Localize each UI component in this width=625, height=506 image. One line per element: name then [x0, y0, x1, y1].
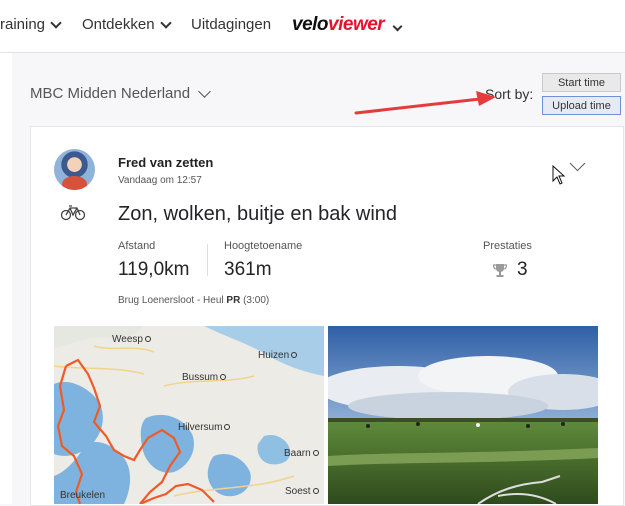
chevron-down-icon	[50, 16, 62, 29]
elevation-value: 361m	[224, 259, 272, 280]
activity-title[interactable]: Zon, wolken, buitje en bak wind	[118, 203, 397, 226]
chevron-down-icon	[159, 16, 172, 29]
segment-time: (3:00)	[243, 295, 270, 306]
athlete-name[interactable]: Fred van zetten	[118, 155, 213, 170]
map-town-weesp: Weesp	[112, 334, 151, 345]
nav-training[interactable]: raining	[0, 16, 62, 33]
segment-name: Brug Loenersloot - Heul	[118, 295, 224, 306]
nav-training-label: raining	[0, 16, 46, 33]
map-town-bussum: Bussum	[182, 372, 227, 383]
map-town-soest: Soest	[285, 486, 319, 497]
red-arrow-annotation	[354, 91, 496, 115]
sort-upload-time-button[interactable]: Upload time	[542, 96, 621, 115]
club-filter-dropdown[interactable]: MBC Midden Nederland	[30, 85, 211, 102]
chevron-down-icon	[198, 85, 211, 98]
distance-label: Afstand	[118, 240, 156, 252]
elevation-label: Hoogtetoename	[224, 240, 303, 252]
left-panel-edge	[0, 53, 12, 504]
segment-achievement[interactable]: Brug Loenersloot - Heul PR (3:00)	[118, 295, 269, 306]
trophy-icon	[492, 264, 508, 277]
achievements-value: 3	[517, 259, 528, 280]
chevron-down-icon	[392, 21, 403, 32]
avatar[interactable]	[54, 149, 95, 190]
segment-pr: PR	[226, 295, 241, 306]
bike-icon	[61, 205, 85, 221]
route-map[interactable]: Weesp Huizen Bussum Hilversum Baarn Breu…	[54, 326, 324, 504]
nav-ontdekken[interactable]: Ontdekken	[82, 16, 172, 33]
cursor-icon	[552, 165, 566, 185]
achievements-label: Prestaties	[483, 240, 532, 252]
map-town-huizen: Huizen	[258, 350, 298, 361]
stat-divider	[207, 244, 208, 276]
activity-timestamp: Vandaag om 12:57	[118, 175, 202, 186]
club-filter-label: MBC Midden Nederland	[30, 85, 191, 102]
map-town-breukelen: Breukelen	[60, 490, 106, 501]
sort-start-time-button[interactable]: Start time	[542, 73, 621, 92]
nav-uitdagingen[interactable]: Uitdagingen	[191, 16, 271, 33]
activity-photo[interactable]	[328, 326, 598, 504]
top-navigation: raining Ontdekken Uitdagingen veloviewer	[0, 0, 625, 53]
map-town-hilversum: Hilversum	[178, 422, 231, 433]
veloviewer-logo[interactable]: veloviewer	[292, 14, 403, 36]
distance-value: 119,0km	[118, 259, 190, 280]
map-town-baarn: Baarn	[284, 448, 319, 459]
landscape-photo-graphic	[328, 326, 598, 504]
nav-ontdekken-label: Ontdekken	[82, 16, 155, 33]
nav-uitdagingen-label: Uitdagingen	[191, 16, 272, 33]
logo-velo: velo	[292, 14, 329, 35]
logo-viewer: viewer	[328, 14, 385, 35]
